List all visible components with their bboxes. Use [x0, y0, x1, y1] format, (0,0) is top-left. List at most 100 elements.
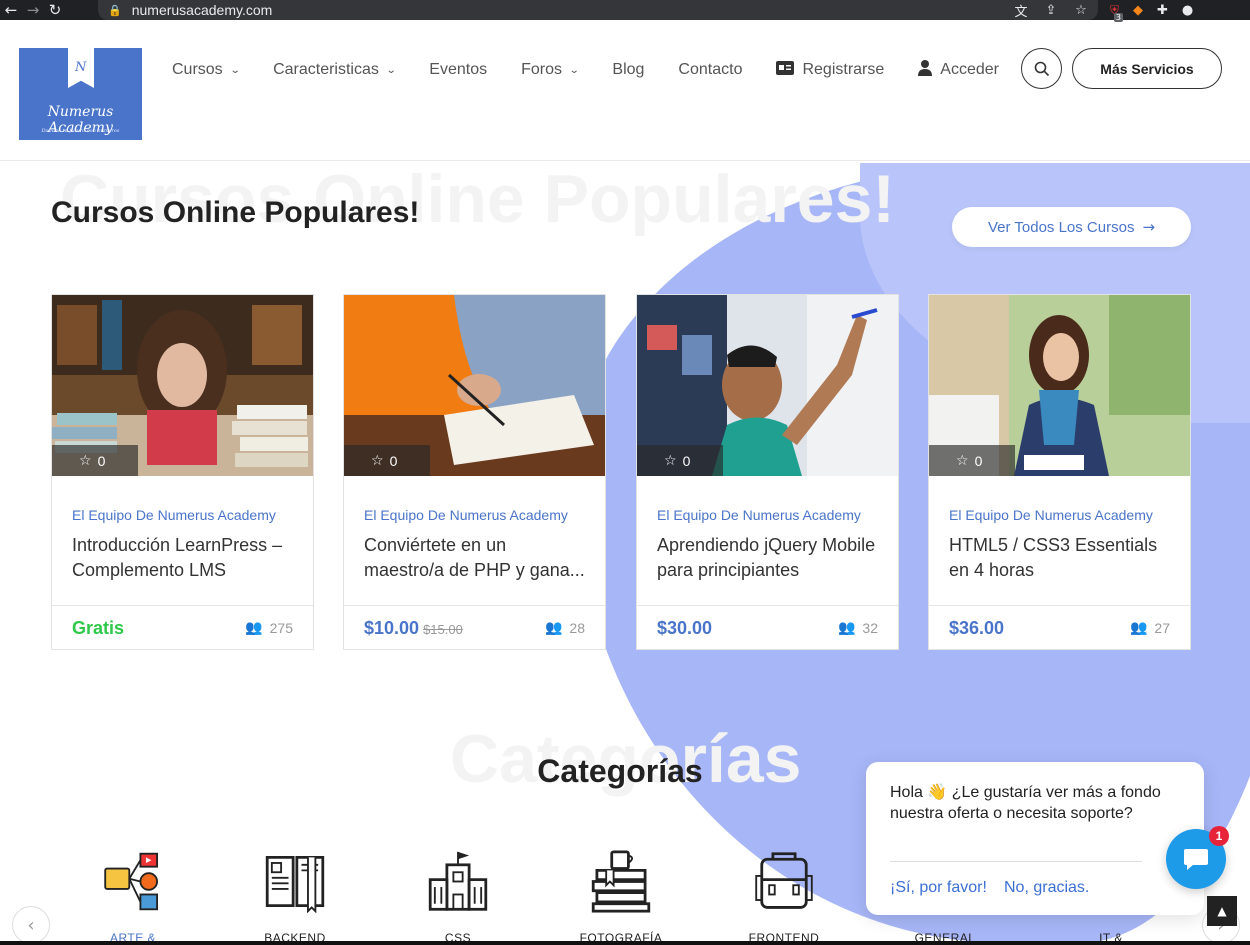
price-value: Gratis — [72, 618, 125, 638]
course-students: 👥 27 — [1130, 620, 1170, 636]
nav-registrarse[interactable]: Registrarse — [776, 61, 884, 79]
star-icon: ☆ — [956, 452, 969, 469]
address-bar[interactable]: 🔒 numerusacademy.com 文 ⇪ ☆ — [98, 0, 1098, 20]
chat-divider — [890, 861, 1142, 862]
back-arrow-icon[interactable]: ← — [0, 0, 22, 20]
course-rating: ☆ 0 — [52, 445, 138, 476]
chat-message: Hola 👋 ¿Le gustaría ver más a fondo nues… — [890, 782, 1170, 824]
more-services-button[interactable]: Más Servicios — [1072, 48, 1222, 89]
course-title[interactable]: Introducción LearnPress – Complemento LM… — [72, 533, 297, 583]
translate-icon[interactable]: 文 — [1012, 1, 1030, 20]
course-card[interactable]: ☆ 0 El Equipo De Numerus Academy Conviért… — [343, 294, 606, 650]
arrow-right-icon: → — [1142, 218, 1156, 236]
art-media-icon — [104, 852, 159, 911]
card-divider — [637, 605, 898, 606]
chat-popup: Hola 👋 ¿Le gustaría ver más a fondo nues… — [866, 762, 1204, 915]
card-divider — [52, 605, 313, 606]
nav-contacto[interactable]: Contacto — [678, 61, 742, 79]
chat-notification-badge: 1 — [1209, 826, 1229, 846]
bookmark-star-icon[interactable]: ☆ — [1072, 3, 1090, 18]
nav-label: Caracteristicas — [273, 61, 379, 78]
old-price: $15.00 — [423, 622, 463, 637]
chevron-down-icon: ⌄ — [229, 64, 241, 76]
category-item[interactable]: FRONTEND — [739, 850, 829, 945]
lock-icon: 🔒 — [108, 3, 122, 17]
course-price: $30.00 — [657, 618, 712, 639]
course-title[interactable]: Conviértete en un maestro/a de PHP y gan… — [364, 533, 589, 585]
course-students: 👥 32 — [838, 620, 878, 636]
category-item[interactable]: BACKEND — [250, 850, 340, 945]
price-value: $10.00 — [364, 618, 420, 638]
category-item[interactable]: CSS — [413, 850, 503, 945]
waving-hand-icon: 👋 — [927, 784, 948, 801]
rating-value: 0 — [974, 452, 983, 469]
url-text: numerusacademy.com — [131, 2, 273, 18]
profile-icon[interactable]: ● — [1182, 3, 1193, 18]
course-card[interactable]: ☆ 0 El Equipo De Numerus Academy Introduc… — [51, 294, 314, 650]
students-count: 28 — [569, 620, 585, 636]
course-students: 👥 28 — [545, 620, 585, 636]
rating-value: 0 — [389, 452, 398, 469]
course-rating: ☆ 0 — [344, 445, 430, 476]
search-button[interactable] — [1021, 48, 1062, 89]
course-title[interactable]: HTML5 / CSS3 Essentials en 4 horas — [949, 533, 1174, 583]
logo-flag: N — [68, 48, 94, 88]
course-author[interactable]: El Equipo De Numerus Academy — [949, 507, 1153, 523]
logo-tagline: Domina tu futuro con numeros — [41, 128, 120, 134]
view-all-label: Ver Todos Los Cursos — [987, 218, 1135, 236]
bottom-bar — [0, 941, 1250, 945]
course-price: $10.00 $15.00 — [364, 618, 463, 639]
chevron-up-icon: ▲ — [1217, 904, 1227, 918]
nav-label: Foros — [521, 61, 562, 78]
forward-arrow-icon[interactable]: → — [22, 0, 44, 20]
ublock-icon[interactable]: ⛨ 3 — [1110, 3, 1124, 22]
puzzle-icon[interactable]: ✚ — [1157, 3, 1168, 18]
rating-value: 0 — [97, 452, 106, 469]
course-rating: ☆ 0 — [637, 445, 723, 476]
extensions-area: ⛨ 3 ◆ ✚ ● — [1110, 0, 1193, 22]
students-count: 275 — [269, 620, 293, 636]
chat-yes-option[interactable]: ¡Sí, por favor! — [890, 879, 987, 897]
course-price: Gratis — [72, 618, 124, 639]
course-students: 👥 275 — [245, 620, 293, 636]
nav-cursos[interactable]: Cursos ⌄ — [172, 61, 241, 79]
chat-bubble-icon — [1184, 849, 1208, 870]
nav-eventos[interactable]: Eventos — [429, 61, 487, 79]
books-stack-icon — [591, 850, 651, 913]
nav-acceder[interactable]: Acceder — [918, 60, 999, 80]
course-card[interactable]: ☆ 0 El Equipo De Numerus Academy Aprendie… — [636, 294, 899, 650]
chevron-down-icon: ⌄ — [568, 64, 580, 76]
course-title[interactable]: Aprendiendo jQuery Mobile para principia… — [657, 533, 882, 583]
users-icon: 👥 — [544, 620, 563, 636]
users-icon: 👥 — [837, 620, 856, 636]
students-count: 27 — [1154, 620, 1170, 636]
nav-caracteristicas[interactable]: Caracteristicas ⌄ — [273, 61, 396, 79]
course-price: $36.00 — [949, 618, 1004, 639]
nav-label: Contacto — [678, 61, 743, 78]
course-card[interactable]: ☆ 0 El Equipo De Numerus Academy HTML5 / … — [928, 294, 1191, 650]
search-icon — [1034, 61, 1049, 76]
open-book-icon — [265, 856, 325, 913]
site-logo[interactable]: N Numerus Academy Domina tu futuro con n… — [19, 48, 142, 140]
card-divider — [929, 605, 1190, 606]
category-item[interactable]: ARTE & — [88, 850, 178, 945]
share-icon[interactable]: ⇪ — [1042, 3, 1060, 18]
star-icon: ☆ — [79, 452, 92, 469]
students-count: 32 — [862, 620, 878, 636]
course-author[interactable]: El Equipo De Numerus Academy — [72, 507, 276, 523]
category-item[interactable]: FOTOGRAFÍA — [576, 850, 666, 945]
nav-label: Eventos — [429, 61, 488, 78]
carousel-prev-button[interactable]: ‹ — [12, 906, 50, 944]
browser-toolbar: ← → ↻ 🔒 numerusacademy.com 文 ⇪ ☆ ⛨ 3 ◆ ✚ … — [0, 0, 1250, 22]
nav-blog[interactable]: Blog — [612, 61, 644, 79]
course-author[interactable]: El Equipo De Numerus Academy — [364, 507, 568, 523]
nav-foros[interactable]: Foros ⌄ — [521, 61, 580, 79]
scroll-to-top-button[interactable]: ▲ — [1207, 896, 1237, 926]
site-header: N Numerus Academy Domina tu futuro con n… — [0, 27, 1250, 161]
metamask-icon[interactable]: ◆ — [1133, 3, 1143, 18]
view-all-courses-button[interactable]: Ver Todos Los Cursos → — [952, 207, 1191, 247]
logo-letter: N — [75, 60, 87, 75]
reload-icon[interactable]: ↻ — [44, 0, 66, 20]
course-author[interactable]: El Equipo De Numerus Academy — [657, 507, 861, 523]
chat-no-option[interactable]: No, gracias. — [1004, 879, 1089, 897]
